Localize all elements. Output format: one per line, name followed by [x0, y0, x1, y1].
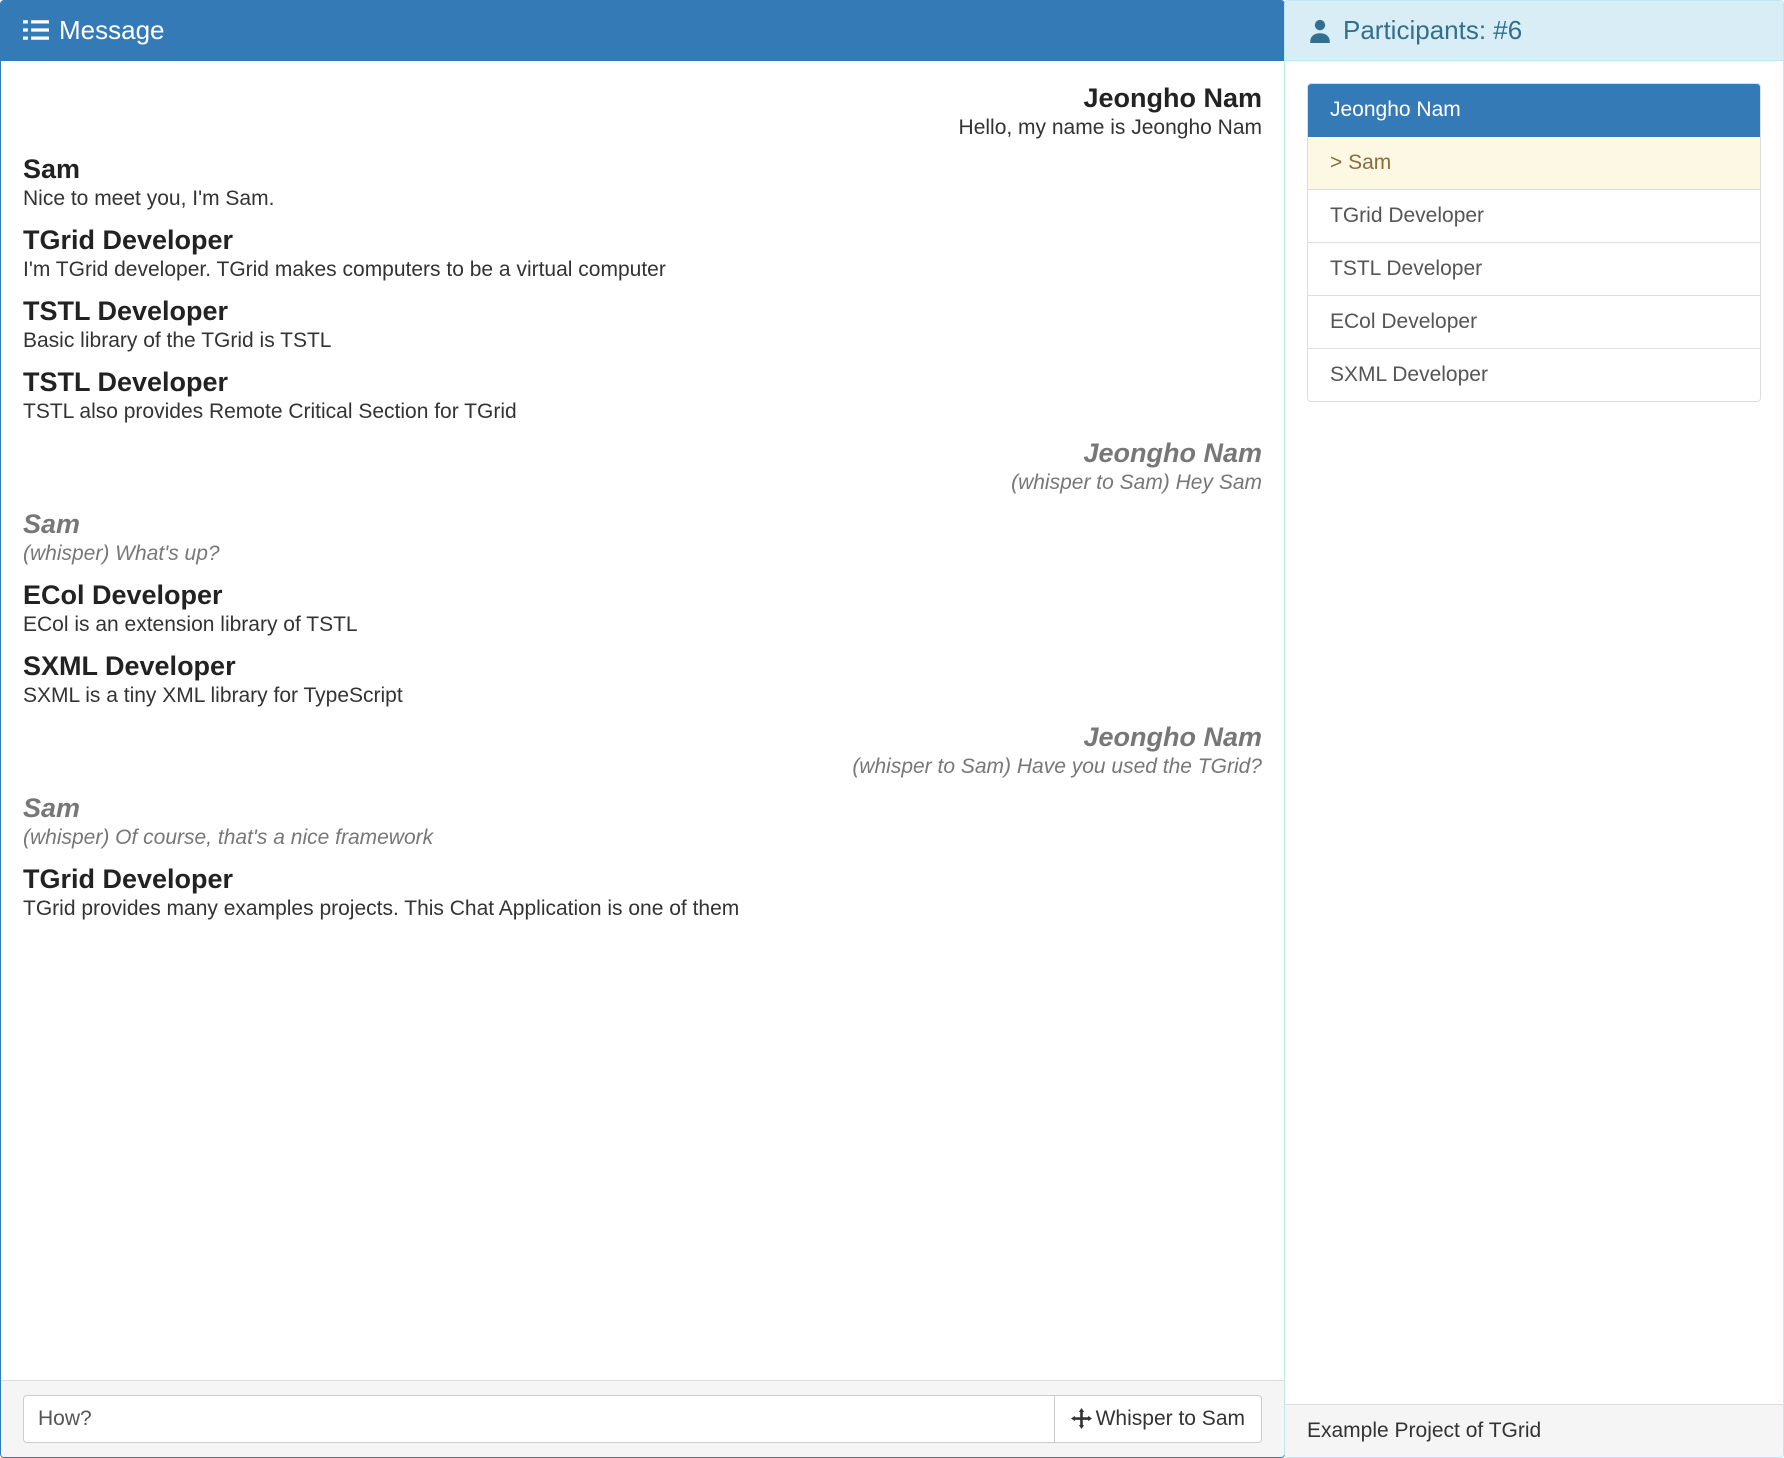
- message-author: TSTL Developer: [23, 367, 1262, 398]
- participants-panel-title: Participants: #6: [1343, 15, 1522, 46]
- message-panel-title: Message: [59, 15, 165, 46]
- participants-list: Jeongho NamSamTGrid DeveloperTSTL Develo…: [1307, 83, 1761, 402]
- participants-body: Jeongho NamSamTGrid DeveloperTSTL Develo…: [1285, 61, 1783, 1404]
- whisper-button[interactable]: Whisper to Sam: [1055, 1395, 1262, 1443]
- messages-container[interactable]: Jeongho NamHello, my name is Jeongho Nam…: [1, 61, 1284, 1380]
- message-author: TGrid Developer: [23, 864, 1262, 895]
- participant-item[interactable]: Jeongho Nam: [1308, 84, 1760, 137]
- message-author: Sam: [23, 154, 1262, 185]
- message-author: ECol Developer: [23, 580, 1262, 611]
- list-icon: [23, 17, 49, 44]
- message-text: Nice to meet you, I'm Sam.: [23, 187, 1262, 211]
- message-text: Hello, my name is Jeongho Nam: [23, 116, 1262, 140]
- message-text: (whisper to Sam) Hey Sam: [23, 471, 1262, 495]
- participant-item[interactable]: ECol Developer: [1308, 296, 1760, 349]
- message-text: ECol is an extension library of TSTL: [23, 613, 1262, 637]
- message-text: SXML is a tiny XML library for TypeScrip…: [23, 684, 1262, 708]
- message-item: Jeongho Nam(whisper to Sam) Have you use…: [23, 722, 1262, 779]
- message-author: SXML Developer: [23, 651, 1262, 682]
- message-author: Jeongho Nam: [23, 722, 1262, 753]
- message-item: TSTL DeveloperBasic library of the TGrid…: [23, 296, 1262, 353]
- message-item: Jeongho NamHello, my name is Jeongho Nam: [23, 83, 1262, 140]
- message-item: Sam(whisper) Of course, that's a nice fr…: [23, 793, 1262, 850]
- message-author: TSTL Developer: [23, 296, 1262, 327]
- message-text: (whisper to Sam) Have you used the TGrid…: [23, 755, 1262, 779]
- message-author: Sam: [23, 509, 1262, 540]
- message-input-group: Whisper to Sam: [23, 1395, 1262, 1443]
- message-author: Jeongho Nam: [23, 83, 1262, 114]
- message-item: TGrid DeveloperTGrid provides many examp…: [23, 864, 1262, 921]
- participants-panel-heading: Participants: #6: [1285, 1, 1783, 61]
- message-input[interactable]: [23, 1395, 1055, 1443]
- message-panel-footer: Whisper to Sam: [1, 1380, 1284, 1457]
- participants-panel-footer: Example Project of TGrid: [1285, 1404, 1783, 1457]
- message-item: TGrid DeveloperI'm TGrid developer. TGri…: [23, 225, 1262, 282]
- participant-item[interactable]: TSTL Developer: [1308, 243, 1760, 296]
- participants-panel: Participants: #6 Jeongho NamSamTGrid Dev…: [1284, 0, 1784, 1458]
- message-text: Basic library of the TGrid is TSTL: [23, 329, 1262, 353]
- message-item: Jeongho Nam(whisper to Sam) Hey Sam: [23, 438, 1262, 495]
- message-text: (whisper) What's up?: [23, 542, 1262, 566]
- message-item: SXML DeveloperSXML is a tiny XML library…: [23, 651, 1262, 708]
- message-panel-heading: Message: [1, 1, 1284, 61]
- message-item: Sam(whisper) What's up?: [23, 509, 1262, 566]
- user-icon: [1307, 17, 1333, 44]
- message-text: (whisper) Of course, that's a nice frame…: [23, 826, 1262, 850]
- message-item: SamNice to meet you, I'm Sam.: [23, 154, 1262, 211]
- participant-item[interactable]: TGrid Developer: [1308, 190, 1760, 243]
- message-text: TGrid provides many examples projects. T…: [23, 897, 1262, 921]
- message-panel: Message Jeongho NamHello, my name is Jeo…: [0, 0, 1285, 1458]
- message-author: Sam: [23, 793, 1262, 824]
- move-icon: [1071, 1408, 1092, 1431]
- message-author: TGrid Developer: [23, 225, 1262, 256]
- whisper-button-label: Whisper to Sam: [1096, 1407, 1245, 1431]
- message-item: ECol DeveloperECol is an extension libra…: [23, 580, 1262, 637]
- message-text: I'm TGrid developer. TGrid makes compute…: [23, 258, 1262, 282]
- message-author: Jeongho Nam: [23, 438, 1262, 469]
- participant-item[interactable]: SXML Developer: [1308, 349, 1760, 401]
- message-item: TSTL DeveloperTSTL also provides Remote …: [23, 367, 1262, 424]
- participant-item[interactable]: Sam: [1308, 137, 1760, 190]
- message-text: TSTL also provides Remote Critical Secti…: [23, 400, 1262, 424]
